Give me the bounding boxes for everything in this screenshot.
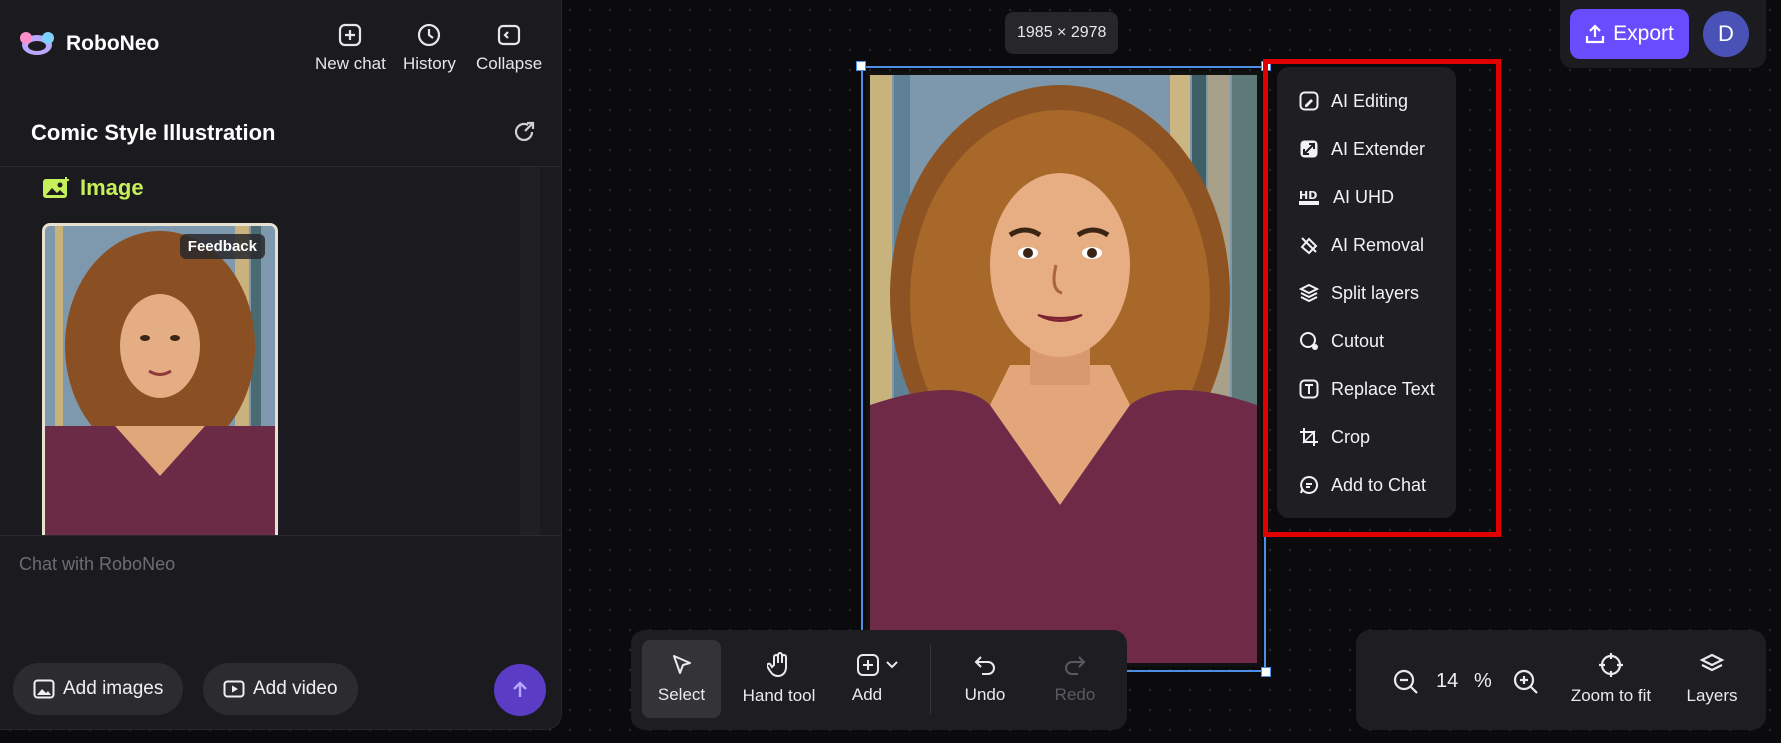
image-icon	[33, 679, 55, 699]
image-section-header: Image	[42, 175, 144, 201]
crosshair-icon	[1599, 653, 1623, 677]
resize-handle-bottom-right[interactable]	[1261, 667, 1271, 677]
canvas-toolbar: Select Hand tool Add Undo Redo	[631, 630, 1127, 730]
new-chat-label: New chat	[315, 54, 386, 73]
video-icon	[223, 680, 245, 698]
history-label: History	[403, 54, 456, 73]
chat-panel: RoboNeo New chat History Collapse Comic …	[0, 0, 562, 730]
add-tool-button[interactable]: Add	[837, 640, 917, 718]
layers-button[interactable]: Layers	[1674, 640, 1750, 718]
share-button[interactable]	[511, 119, 537, 145]
add-square-icon	[857, 654, 879, 676]
portrait-illustration	[870, 75, 1257, 663]
share-icon	[514, 121, 535, 141]
canvas-image[interactable]	[866, 71, 1261, 667]
hand-tool-button[interactable]: Hand tool	[731, 640, 827, 718]
add-video-label: Add video	[253, 678, 338, 699]
clock-icon	[418, 23, 441, 47]
zoom-in-icon	[1513, 669, 1538, 694]
collapse-icon	[497, 24, 521, 46]
hand-tool-label: Hand tool	[742, 686, 816, 705]
image-icon	[43, 177, 69, 198]
conversation-title: Comic Style Illustration	[31, 120, 276, 145]
send-button[interactable]	[494, 664, 546, 716]
portrait-thumbnail-image	[45, 226, 275, 535]
undo-icon	[974, 656, 995, 675]
zoom-out-button[interactable]	[1392, 668, 1420, 696]
zoom-in-button[interactable]	[1512, 668, 1540, 696]
undo-label: Undo	[964, 685, 1006, 704]
export-label: Export	[1613, 22, 1674, 45]
feedback-button[interactable]: Feedback	[179, 234, 265, 259]
undo-button[interactable]: Undo	[945, 640, 1025, 718]
app-name: RoboNeo	[66, 32, 160, 55]
redo-label: Redo	[1054, 685, 1096, 704]
zoom-unit: %	[1474, 670, 1492, 692]
zoom-to-fit-button[interactable]: Zoom to fit	[1556, 640, 1666, 718]
redo-icon	[1065, 656, 1086, 675]
roboneo-logo-icon	[20, 32, 54, 55]
layers-label: Layers	[1686, 686, 1738, 705]
select-label: Select	[657, 685, 706, 704]
add-images-button[interactable]: Add images	[13, 663, 184, 715]
add-video-button[interactable]: Add video	[203, 663, 358, 715]
select-tool-button[interactable]: Select	[642, 640, 721, 718]
image-section-label: Image	[80, 175, 144, 200]
app-logo[interactable]: RoboNeo	[18, 30, 159, 58]
new-chat-icon	[339, 23, 362, 47]
zoom-panel: 14 % Zoom to fit Layers	[1356, 630, 1766, 730]
hand-icon	[767, 652, 787, 678]
highlight-annotation-box	[1263, 59, 1501, 537]
arrow-up-icon	[513, 681, 527, 697]
collapse-button[interactable]: Collapse	[476, 22, 542, 74]
layers-icon	[1699, 653, 1725, 672]
export-button[interactable]: Export	[1570, 9, 1689, 59]
chat-scrollbar[interactable]	[520, 167, 540, 535]
input-divider	[0, 535, 562, 536]
add-images-label: Add images	[63, 678, 164, 699]
zoom-to-fit-label: Zoom to fit	[1570, 686, 1652, 705]
history-button[interactable]: History	[403, 22, 456, 74]
toolbar-divider	[930, 644, 931, 714]
generated-image-thumbnail[interactable]: Feedback	[42, 223, 278, 535]
redo-button[interactable]: Redo	[1035, 640, 1115, 718]
zoom-out-icon	[1393, 669, 1418, 694]
chat-message-area: Image Feedback	[18, 167, 540, 535]
chat-input[interactable]: Chat with RoboNeo	[19, 554, 175, 575]
collapse-label: Collapse	[476, 54, 543, 73]
add-label: Add	[851, 685, 883, 704]
user-avatar[interactable]: D	[1703, 11, 1749, 57]
chevron-down-icon	[886, 661, 898, 669]
resize-handle-top-left[interactable]	[856, 61, 866, 71]
image-dimensions-badge: 1985 × 2978	[1005, 12, 1119, 54]
zoom-level-value[interactable]: 14	[1436, 670, 1458, 693]
cursor-icon	[672, 655, 691, 674]
upload-icon	[1586, 24, 1605, 44]
new-chat-button[interactable]: New chat	[315, 22, 386, 74]
